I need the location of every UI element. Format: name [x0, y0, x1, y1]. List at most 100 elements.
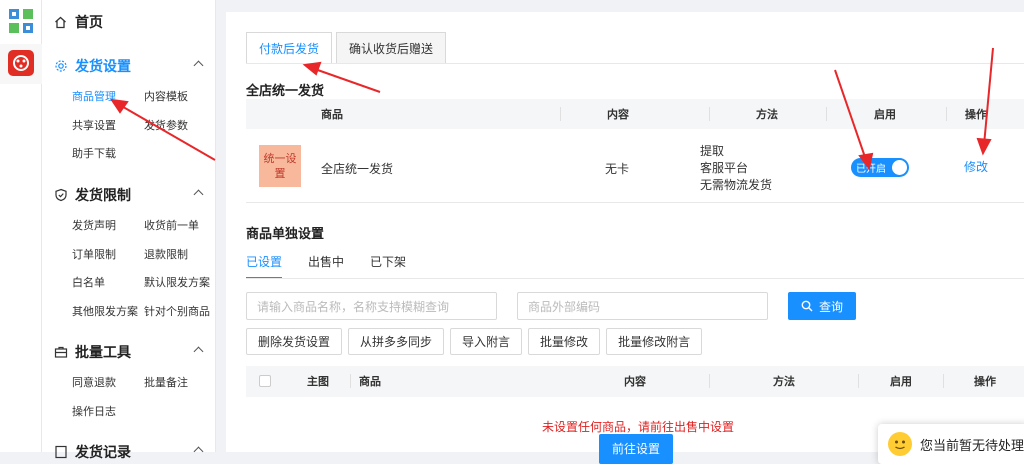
chevron-up-icon	[193, 346, 204, 357]
col-divider	[709, 107, 710, 121]
batch-edit-postscript-button[interactable]: 批量修改附言	[606, 328, 703, 355]
chevron-up-icon	[193, 60, 204, 71]
toast-text: 您当前暂无待处理	[920, 438, 1024, 454]
section-delivery-limits: 发货限制 发货声明 收货前一单 订单限制 退款限制 白名单 默认限发方案 其他限…	[42, 183, 216, 325]
col-enabled: 启用	[874, 108, 896, 121]
col-content: 内容	[624, 375, 646, 388]
pinduoduo-app-tile[interactable]	[0, 44, 42, 84]
enabled-toggle[interactable]: 已开启	[851, 158, 909, 177]
external-code-input[interactable]: 商品外部编码	[517, 292, 768, 320]
sidebar-item-delivery-statement[interactable]: 发货声明	[72, 211, 144, 240]
nav-home[interactable]: 首页	[54, 12, 103, 32]
section-head-delivery-settings[interactable]: 发货设置	[42, 54, 216, 78]
tab-delisted[interactable]: 已下架	[370, 253, 406, 279]
product-search-input[interactable]: 请输入商品名称，名称支持模糊查询	[246, 292, 497, 320]
batch-edit-button[interactable]: 批量修改	[528, 328, 601, 355]
section-head-delivery-records[interactable]: 发货记录	[42, 440, 216, 464]
method-item: 提取	[700, 144, 725, 158]
method-item: 无需物流发货	[700, 178, 773, 192]
sidebar-item-order-limit[interactable]: 订单限制	[72, 240, 144, 269]
section-title: 发货设置	[75, 59, 131, 75]
delete-delivery-settings-button[interactable]: 删除发货设置	[246, 328, 343, 355]
unified-table-header: 商品 内容 方法 启用 操作	[246, 99, 1024, 129]
section-head-batch-tools[interactable]: 批量工具	[42, 340, 216, 364]
section-delivery-records: 发货记录	[42, 440, 216, 464]
tab-divider	[246, 63, 1024, 64]
unified-section-title: 全店统一发货	[246, 84, 325, 99]
app-logo-icon[interactable]	[8, 8, 34, 34]
toggle-knob	[892, 160, 907, 175]
action-buttons: 删除发货设置 从拼多多同步 导入附言 批量修改 批量修改附言	[246, 328, 708, 355]
section-delivery-settings: 发货设置 商品管理 内容模板 共享设置 发货参数 助手下载	[42, 54, 216, 168]
toolbox-icon	[54, 346, 68, 358]
section-batch-tools: 批量工具 同意退款 批量备注 操作日志	[42, 340, 216, 425]
row-content: 无卡	[605, 162, 630, 176]
sidebar-item-refund-limit[interactable]: 退款限制	[144, 240, 224, 269]
edit-link[interactable]: 修改	[964, 158, 988, 175]
chevron-up-icon	[193, 189, 204, 200]
select-all-checkbox[interactable]	[259, 375, 271, 387]
col-action: 操作	[965, 108, 987, 121]
col-main-image: 主图	[307, 375, 329, 388]
status-tabs: 已设置 出售中 已下架	[246, 253, 432, 279]
col-action: 操作	[974, 375, 996, 388]
sidebar-item-whitelist[interactable]: 白名单	[72, 268, 144, 297]
col-divider	[709, 374, 710, 388]
tab-bar: 付款后发货 确认收货后赠送	[246, 32, 450, 64]
section-head-delivery-limits[interactable]: 发货限制	[42, 183, 216, 207]
sidebar-item-product-management[interactable]: 商品管理	[72, 82, 144, 111]
pinduoduo-logo-icon	[8, 50, 34, 76]
search-button-label: 查询	[818, 299, 843, 314]
col-content: 内容	[607, 108, 629, 121]
col-product: 商品	[359, 375, 381, 388]
home-icon	[55, 16, 66, 28]
sync-from-pinduoduo-button[interactable]: 从拼多多同步	[348, 328, 445, 355]
sidebar-item-operation-log[interactable]: 操作日志	[72, 397, 144, 426]
col-divider	[943, 374, 944, 388]
col-divider	[350, 374, 351, 388]
section-title: 发货限制	[75, 188, 131, 204]
col-method: 方法	[756, 108, 778, 121]
sidebar-item-agree-refund[interactable]: 同意退款	[72, 368, 144, 397]
sidebar-item-delivery-params[interactable]: 发货参数	[144, 111, 224, 140]
sidebar-item-batch-remark[interactable]: 批量备注	[144, 368, 224, 397]
tab-on-sale[interactable]: 出售中	[308, 253, 344, 279]
gear-icon	[55, 60, 67, 72]
nav-home-label: 首页	[75, 15, 103, 31]
sidebar-item-other-limit-plan[interactable]: 其他限发方案	[72, 297, 144, 326]
col-divider	[858, 374, 859, 388]
sidebar-item-helper-download[interactable]: 助手下载	[72, 139, 144, 168]
sidebar-item-share-settings[interactable]: 共享设置	[72, 111, 144, 140]
sidebar-item-specific-products[interactable]: 针对个别商品	[144, 297, 224, 326]
tab-after-receipt-gift[interactable]: 确认收货后赠送	[336, 32, 447, 64]
record-icon	[55, 445, 67, 459]
app-rail	[0, 0, 42, 452]
tab-after-payment[interactable]: 付款后发货	[246, 32, 333, 64]
empty-state-message: 未设置任何商品，请前往出售中设置	[542, 420, 735, 434]
sidebar: 首页 发货设置 商品管理 内容模板 共享设置 发货参数 助手下载 发货限制 发货…	[42, 0, 216, 461]
col-divider	[560, 107, 561, 121]
import-postscript-button[interactable]: 导入附言	[450, 328, 523, 355]
method-item: 客服平台	[700, 161, 749, 175]
shield-icon	[55, 188, 67, 202]
search-button[interactable]: 查询	[788, 292, 856, 320]
col-enabled: 启用	[890, 375, 912, 388]
toggle-label: 已开启	[856, 164, 886, 175]
single-section-title: 商品单独设置	[246, 227, 325, 242]
col-divider	[946, 107, 947, 121]
sidebar-item-pre-receipt-order[interactable]: 收货前一单	[144, 211, 224, 240]
row-product: 全店统一发货	[321, 162, 394, 176]
col-method: 方法	[773, 375, 795, 388]
tab-configured[interactable]: 已设置	[246, 253, 283, 279]
sidebar-item-content-template[interactable]: 内容模板	[144, 82, 224, 111]
sidebar-item-default-limit-plan[interactable]: 默认限发方案	[144, 268, 224, 297]
go-to-settings-button[interactable]: 前往设置	[599, 434, 673, 464]
status-tab-divider	[246, 278, 1024, 279]
smiley-icon	[888, 432, 912, 456]
section-title: 批量工具	[75, 345, 131, 361]
products-table-header: 主图 商品 内容 方法 启用 操作	[246, 366, 1024, 397]
section-title: 发货记录	[75, 445, 131, 461]
table-row: 统一设置 全店统一发货 无卡 提取 客服平台 无需物流发货 已开启 修改	[246, 131, 1024, 203]
notification-toast: 您当前暂无待处理	[878, 424, 1024, 464]
main-panel: 付款后发货 确认收货后赠送 全店统一发货 商品 内容 方法 启用 操作 统一设置…	[226, 12, 1024, 452]
